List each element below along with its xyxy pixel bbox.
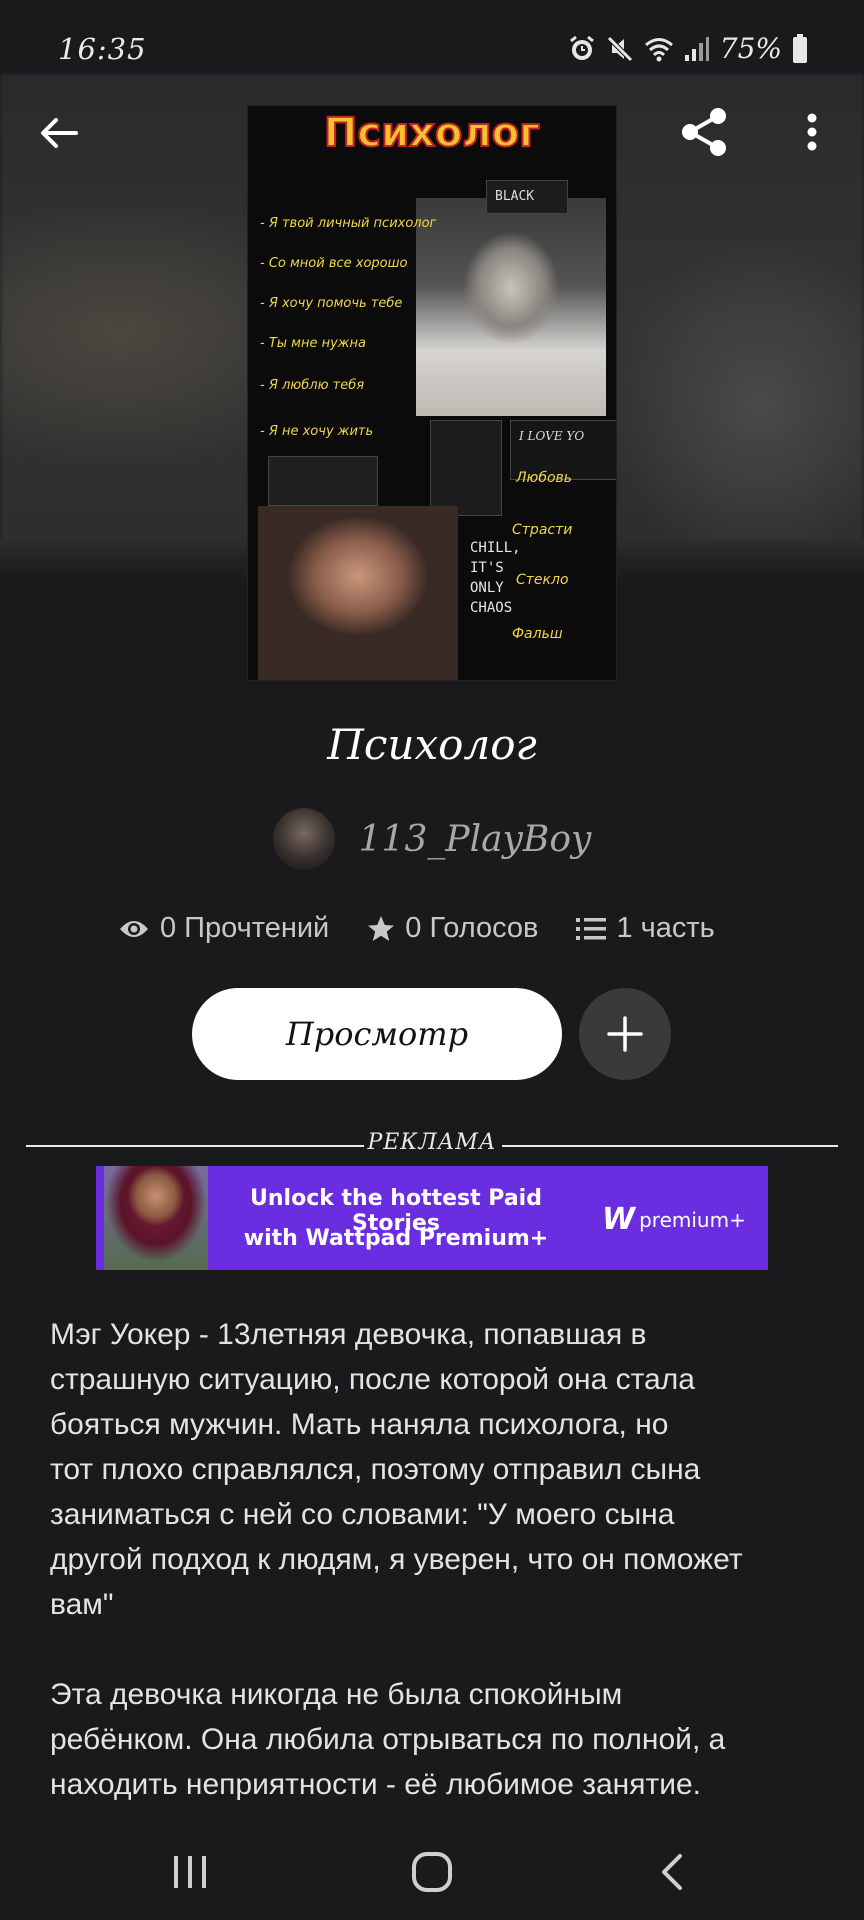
status-time: 16:35 <box>58 32 147 66</box>
cover-line: - Я твой личный психолог <box>260 216 437 231</box>
parts-count[interactable]: 1 часть <box>616 912 714 945</box>
cover-word: Любовь <box>516 470 573 486</box>
cover-title: Психолог <box>323 109 541 157</box>
wifi-icon <box>644 37 673 61</box>
eye-icon <box>120 920 148 937</box>
cover-word: Фальш <box>512 626 563 642</box>
wattpad-premium-logo: W premium+ <box>602 1202 746 1237</box>
add-to-library-button[interactable] <box>579 988 671 1080</box>
star-icon <box>368 915 395 941</box>
cover-line: - Со мной все хорошо <box>260 256 408 271</box>
story-cover[interactable]: BLACK I LOVE YO Психолог - Я твой личный… <box>247 105 617 681</box>
reads-stat: 0 Прочтений <box>118 912 329 945</box>
description-paragraph: Мэг Уокер - 13летняя девочка, попавшая в… <box>50 1318 743 1621</box>
cover-word: Стекло <box>516 572 569 588</box>
description-paragraph: Эта девочка никогда не была спокойным ре… <box>50 1678 726 1801</box>
cover-black-label: BLACK <box>495 189 535 204</box>
cover-line: - Я хочу помочь тебе <box>260 296 403 311</box>
wattpad-logo-mark: W <box>602 1202 636 1237</box>
cover-love-label: I LOVE YO <box>519 429 585 443</box>
home-icon[interactable] <box>410 1850 454 1894</box>
battery-percent: 75% <box>719 32 782 65</box>
back-nav-icon[interactable] <box>656 1852 686 1892</box>
story-description: Мэг Уокер - 13летняя девочка, попавшая в… <box>50 1312 820 1807</box>
cover-photo-girl <box>258 506 458 680</box>
votes-stat: 0 Голосов <box>367 912 538 945</box>
alarm-icon <box>569 35 594 60</box>
status-bar: 16:35 75% <box>0 0 864 74</box>
list-icon <box>576 917 607 940</box>
battery-icon <box>793 33 807 63</box>
story-stats: 0 Прочтений 0 Голосов 1 часть <box>118 912 715 945</box>
reads-count: 0 Прочтений <box>160 912 330 944</box>
system-nav-bar <box>0 1820 864 1920</box>
status-icons: 75% <box>568 32 808 65</box>
cover-card-4 <box>268 456 378 506</box>
ad-person-image <box>104 1166 208 1270</box>
signal-icon <box>684 36 709 61</box>
view-button[interactable]: Просмотр <box>192 988 562 1080</box>
ad-label: РЕКЛАМА <box>367 1130 497 1155</box>
share-icon[interactable] <box>676 104 732 160</box>
arrow-left-icon[interactable] <box>34 108 84 158</box>
avatar[interactable] <box>272 808 335 870</box>
cover-word: Страсти <box>512 522 573 538</box>
story-title: Психолог <box>327 720 537 769</box>
premium-logo-text: premium+ <box>639 1207 746 1232</box>
cover-photo-boy <box>416 198 606 416</box>
ad-banner[interactable]: Unlock the hottest Paid Stories with Wat… <box>96 1166 768 1270</box>
more-vertical-icon[interactable] <box>796 108 828 158</box>
votes-count: 0 Голосов <box>405 912 539 944</box>
cover-black-card: BLACK <box>486 180 568 214</box>
cover-line: - Я не хочу жить <box>260 424 374 439</box>
cover-line: - Ты мне нужна <box>260 336 366 351</box>
cover-card-2 <box>430 420 502 516</box>
cover-chaos-text: CHILL, IT'S ONLY CHAOS <box>470 540 521 616</box>
recent-apps-icon[interactable] <box>170 1854 210 1890</box>
author-row[interactable]: 113_PlayBoy <box>0 808 864 870</box>
author-name[interactable]: 113_PlayBoy <box>359 819 592 860</box>
parts-stat[interactable]: 1 часть <box>576 912 715 945</box>
plus-icon <box>607 1016 643 1052</box>
cover-line: - Я люблю тебя <box>260 378 365 393</box>
mute-icon <box>606 35 633 62</box>
ad-subline: with Wattpad Premium+ <box>243 1226 549 1251</box>
